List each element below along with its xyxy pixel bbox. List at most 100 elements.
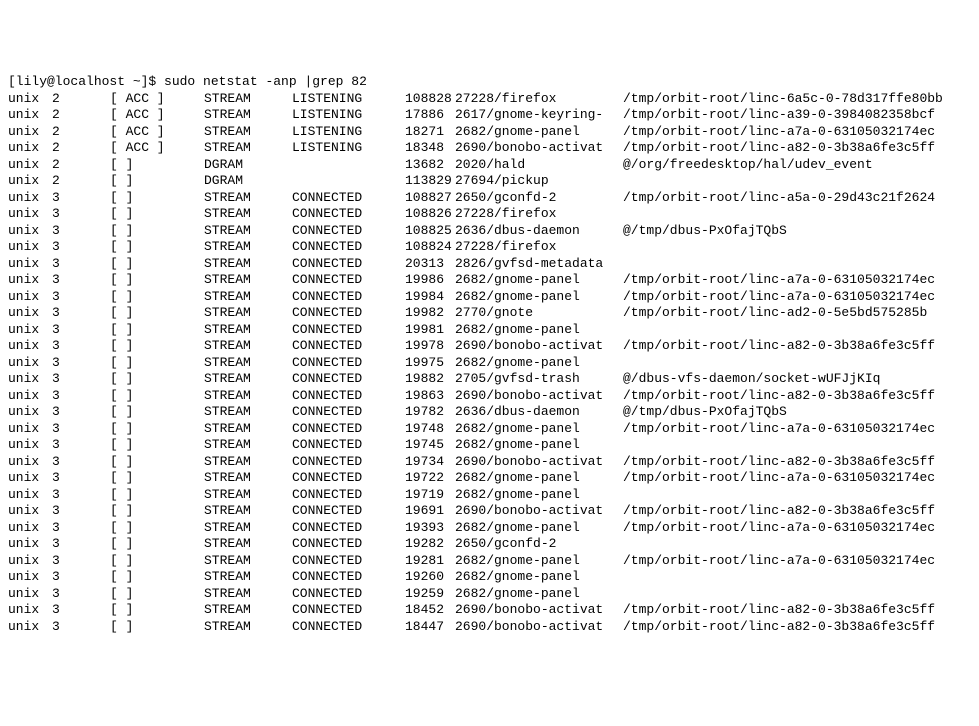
inode-cell: 19978 <box>405 338 455 355</box>
type-cell: STREAM <box>204 503 292 520</box>
state-cell: CONNECTED <box>292 619 405 636</box>
type-cell: STREAM <box>204 586 292 603</box>
state-cell: CONNECTED <box>292 388 405 405</box>
inode-cell: 19719 <box>405 487 455 504</box>
type-cell: STREAM <box>204 388 292 405</box>
inode-cell: 18271 <box>405 124 455 141</box>
flags-cell: [ ] <box>110 586 204 603</box>
proto-cell: unix <box>8 553 52 570</box>
program-cell: 2617/gnome-keyring- <box>455 107 623 124</box>
netstat-row: unix3[ ]STREAMCONNECTED197452682/gnome-p… <box>8 437 623 452</box>
flags-cell: [ ] <box>110 272 204 289</box>
proto-cell: unix <box>8 289 52 306</box>
refcnt-cell: 3 <box>52 371 110 388</box>
type-cell: STREAM <box>204 619 292 636</box>
flags-cell: [ ] <box>110 239 204 256</box>
path-cell: /tmp/orbit-root/linc-a5a-0-29d43c21f2624 <box>623 190 935 207</box>
proto-cell: unix <box>8 272 52 289</box>
program-cell: 2690/bonobo-activat <box>455 454 623 471</box>
flags-cell: [ ] <box>110 404 204 421</box>
refcnt-cell: 3 <box>52 437 110 454</box>
program-cell: 2690/bonobo-activat <box>455 619 623 636</box>
flags-cell: [ ] <box>110 355 204 372</box>
refcnt-cell: 2 <box>52 173 110 190</box>
inode-cell: 18348 <box>405 140 455 157</box>
program-cell: 2682/gnome-panel <box>455 586 623 603</box>
type-cell: STREAM <box>204 305 292 322</box>
state-cell: CONNECTED <box>292 256 405 273</box>
program-cell: 2690/bonobo-activat <box>455 338 623 355</box>
refcnt-cell: 3 <box>52 503 110 520</box>
netstat-row: unix3[ ]STREAMCONNECTED197192682/gnome-p… <box>8 487 623 502</box>
inode-cell: 108825 <box>405 223 455 240</box>
path-cell: /tmp/orbit-root/linc-a7a-0-63105032174ec <box>623 421 935 438</box>
refcnt-cell: 3 <box>52 586 110 603</box>
state-cell: CONNECTED <box>292 487 405 504</box>
netstat-row: unix3[ ]STREAMCONNECTED199822770/gnote/t… <box>8 305 927 320</box>
inode-cell: 13682 <box>405 157 455 174</box>
netstat-row: unix3[ ]STREAMCONNECTED1088272650/gconfd… <box>8 190 935 205</box>
type-cell: STREAM <box>204 272 292 289</box>
refcnt-cell: 3 <box>52 355 110 372</box>
inode-cell: 19282 <box>405 536 455 553</box>
shell-prompt: [lily@localhost ~]$ <box>8 74 164 89</box>
netstat-row: unix3[ ]STREAMCONNECTED203132826/gvfsd-m… <box>8 256 623 271</box>
type-cell: DGRAM <box>204 157 292 174</box>
proto-cell: unix <box>8 107 52 124</box>
flags-cell: [ ] <box>110 536 204 553</box>
refcnt-cell: 3 <box>52 388 110 405</box>
netstat-row: unix3[ ]STREAMCONNECTED199842682/gnome-p… <box>8 289 935 304</box>
proto-cell: unix <box>8 421 52 438</box>
inode-cell: 19986 <box>405 272 455 289</box>
path-cell: /tmp/orbit-root/linc-ad2-0-5e5bd575285b <box>623 305 927 322</box>
inode-cell: 108826 <box>405 206 455 223</box>
proto-cell: unix <box>8 256 52 273</box>
proto-cell: unix <box>8 355 52 372</box>
refcnt-cell: 3 <box>52 569 110 586</box>
type-cell: STREAM <box>204 437 292 454</box>
inode-cell: 19722 <box>405 470 455 487</box>
flags-cell: [ ] <box>110 206 204 223</box>
type-cell: STREAM <box>204 470 292 487</box>
refcnt-cell: 3 <box>52 223 110 240</box>
inode-cell: 19975 <box>405 355 455 372</box>
proto-cell: unix <box>8 140 52 157</box>
flags-cell: [ ACC ] <box>110 124 204 141</box>
state-cell: CONNECTED <box>292 190 405 207</box>
flags-cell: [ ACC ] <box>110 91 204 108</box>
type-cell: STREAM <box>204 536 292 553</box>
netstat-row: unix3[ ]STREAMCONNECTED197222682/gnome-p… <box>8 470 935 485</box>
flags-cell: [ ] <box>110 569 204 586</box>
terminal-output[interactable]: [lily@localhost ~]$ sudo netstat -anp |g… <box>8 74 971 635</box>
state-cell: CONNECTED <box>292 437 405 454</box>
program-cell: 27228/firefox <box>455 91 623 108</box>
state-cell: CONNECTED <box>292 421 405 438</box>
refcnt-cell: 2 <box>52 107 110 124</box>
netstat-row: unix3[ ]STREAMCONNECTED10882627228/firef… <box>8 206 623 221</box>
inode-cell: 19393 <box>405 520 455 537</box>
program-cell: 27228/firefox <box>455 239 623 256</box>
inode-cell: 19748 <box>405 421 455 438</box>
refcnt-cell: 3 <box>52 305 110 322</box>
refcnt-cell: 2 <box>52 124 110 141</box>
refcnt-cell: 3 <box>52 421 110 438</box>
program-cell: 2636/dbus-daemon <box>455 404 623 421</box>
inode-cell: 19782 <box>405 404 455 421</box>
refcnt-cell: 3 <box>52 190 110 207</box>
proto-cell: unix <box>8 520 52 537</box>
inode-cell: 108824 <box>405 239 455 256</box>
state-cell: CONNECTED <box>292 569 405 586</box>
flags-cell: [ ] <box>110 520 204 537</box>
proto-cell: unix <box>8 157 52 174</box>
flags-cell: [ ] <box>110 388 204 405</box>
path-cell: /tmp/orbit-root/linc-a7a-0-63105032174ec <box>623 124 935 141</box>
state-cell: CONNECTED <box>292 470 405 487</box>
refcnt-cell: 3 <box>52 272 110 289</box>
program-cell: 2682/gnome-panel <box>455 272 623 289</box>
program-cell: 2690/bonobo-activat <box>455 140 623 157</box>
flags-cell: [ ] <box>110 454 204 471</box>
refcnt-cell: 3 <box>52 289 110 306</box>
type-cell: STREAM <box>204 140 292 157</box>
state-cell: CONNECTED <box>292 404 405 421</box>
inode-cell: 19863 <box>405 388 455 405</box>
